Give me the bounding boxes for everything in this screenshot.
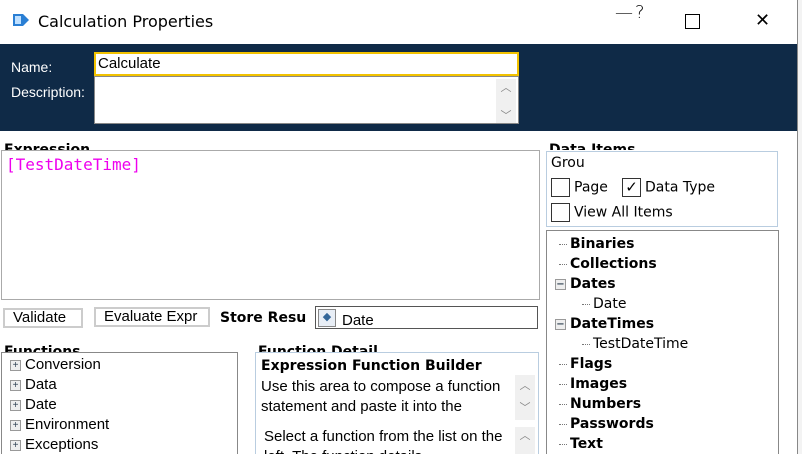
view-all-items-label: View All Items	[574, 204, 673, 221]
tree-line	[559, 403, 567, 405]
function-category[interactable]: + Environment	[10, 415, 229, 435]
expand-icon[interactable]: +	[10, 399, 21, 411]
functions-tree[interactable]: + Conversion + Data + Date + Environment + Except…	[1, 352, 238, 454]
tree-line	[559, 243, 567, 245]
data-item-group[interactable]: Flags	[555, 354, 770, 374]
data-type-checkbox[interactable]: ✓ Data Type	[622, 178, 715, 197]
expand-icon[interactable]: +	[10, 379, 21, 391]
window-title: Calculation Properties	[38, 12, 214, 31]
expand-icon[interactable]: +	[10, 419, 21, 431]
function-category-label: Date	[25, 396, 57, 413]
function-category-label: Data	[25, 376, 57, 393]
function-category[interactable]: + Data	[10, 375, 229, 395]
data-item-group-label: Images	[570, 376, 628, 392]
collapse-icon[interactable]: −	[555, 278, 566, 290]
data-items-options: Grou Page ✓ Data Type View All Items	[546, 151, 778, 227]
help-scrollbar[interactable]: ︿	[515, 427, 535, 454]
data-item-group-label: Binaries	[570, 236, 635, 252]
function-category-label: Conversion	[25, 356, 101, 373]
data-item-group[interactable]: Passwords	[555, 414, 770, 434]
data-item-group-label: Flags	[570, 356, 613, 372]
tree-line	[559, 263, 567, 265]
view-all-checkbox-box[interactable]	[551, 203, 570, 222]
data-item-group[interactable]: − DateTimes	[555, 314, 770, 334]
function-category[interactable]: + Conversion	[10, 355, 229, 375]
store-result-field[interactable]: ◆ Date	[315, 306, 538, 329]
function-detail-panel: Expression Function Builder Use this are…	[255, 352, 539, 454]
data-item-group-label: Numbers	[570, 396, 642, 412]
data-item-label: Date	[593, 296, 627, 312]
function-detail-title: Expression Function Builder	[261, 358, 482, 374]
page-checkbox-label: Page	[574, 179, 608, 196]
data-items-label: Data Items	[549, 142, 636, 150]
description-input[interactable]: ︿ ﹀	[94, 76, 519, 124]
validate-button[interactable]: Validate	[3, 308, 83, 328]
store-result-value: Date	[342, 312, 374, 329]
data-item[interactable]: Date	[555, 294, 770, 314]
description-label: Description:	[11, 84, 85, 100]
data-items-tree[interactable]: Binaries Collections − Dates Date − DateTimes T…	[546, 230, 779, 454]
detail-scrollbar[interactable]: ︿ ﹀	[515, 375, 535, 420]
data-type-checkbox-label: Data Type	[645, 179, 716, 196]
data-item-group[interactable]: Numbers	[555, 394, 770, 414]
expression-label: Expression	[4, 142, 91, 150]
data-item[interactable]: TestDateTime	[555, 334, 770, 354]
maximize-button[interactable]	[685, 14, 700, 29]
function-detail-text: Use this area to compose a function stat…	[261, 378, 501, 415]
function-category[interactable]: + Date	[10, 395, 229, 415]
data-item-group-label: Dates	[570, 276, 616, 292]
tree-line	[582, 303, 590, 305]
tree-line	[559, 443, 567, 445]
tree-line	[559, 423, 567, 425]
data-item-group-label: Text	[570, 436, 603, 452]
calculation-properties-window: Calculation Properties — ? ✕ Name: Descr…	[0, 0, 798, 454]
function-detail-label: Function Detail	[258, 344, 378, 352]
tree-line	[559, 363, 567, 365]
function-category-label: Environment	[25, 416, 110, 433]
data-item-group[interactable]: Binaries	[555, 234, 770, 254]
minimize-button[interactable]: —	[615, 2, 633, 23]
page-checkbox[interactable]: Page	[551, 178, 608, 197]
function-help-text: Select a function from the list on the l…	[264, 428, 503, 454]
tree-line	[582, 343, 590, 345]
store-result-label: Store Resu	[220, 310, 307, 326]
data-item-group-label: DateTimes	[570, 316, 655, 332]
data-item-group-label: Collections	[570, 256, 657, 272]
tree-line	[559, 383, 567, 385]
data-item-group[interactable]: − Dates	[555, 274, 770, 294]
page-checkbox-box[interactable]	[551, 178, 570, 197]
data-item-group[interactable]: Text	[555, 434, 770, 454]
function-category-label: Exceptions	[25, 436, 99, 453]
check-icon[interactable]: ✓	[622, 178, 641, 197]
expand-icon[interactable]: +	[10, 359, 21, 371]
function-category[interactable]: + Exceptions	[10, 435, 229, 454]
close-button[interactable]: ✕	[755, 10, 770, 31]
evaluate-expression-button[interactable]: Evaluate Expr	[94, 307, 210, 327]
description-scrollbar[interactable]: ︿ ﹀	[496, 79, 516, 123]
data-item-group[interactable]: Images	[555, 374, 770, 394]
help-button[interactable]: ?	[635, 2, 645, 23]
app-icon	[13, 14, 29, 26]
view-all-items-checkbox[interactable]: View All Items	[551, 203, 673, 222]
expand-icon[interactable]: +	[10, 439, 21, 451]
expression-editor[interactable]: [TestDateTime]	[1, 150, 540, 300]
data-item-label: TestDateTime	[593, 336, 689, 352]
functions-label: Functions	[4, 344, 81, 352]
name-label: Name:	[11, 59, 53, 75]
data-item-group-label: Passwords	[570, 416, 654, 432]
name-input[interactable]: Calculate	[94, 52, 519, 76]
group-label: Grou	[551, 155, 585, 171]
data-item-group[interactable]: Collections	[555, 254, 770, 274]
data-item-icon: ◆	[318, 308, 336, 327]
collapse-icon[interactable]: −	[555, 318, 566, 330]
